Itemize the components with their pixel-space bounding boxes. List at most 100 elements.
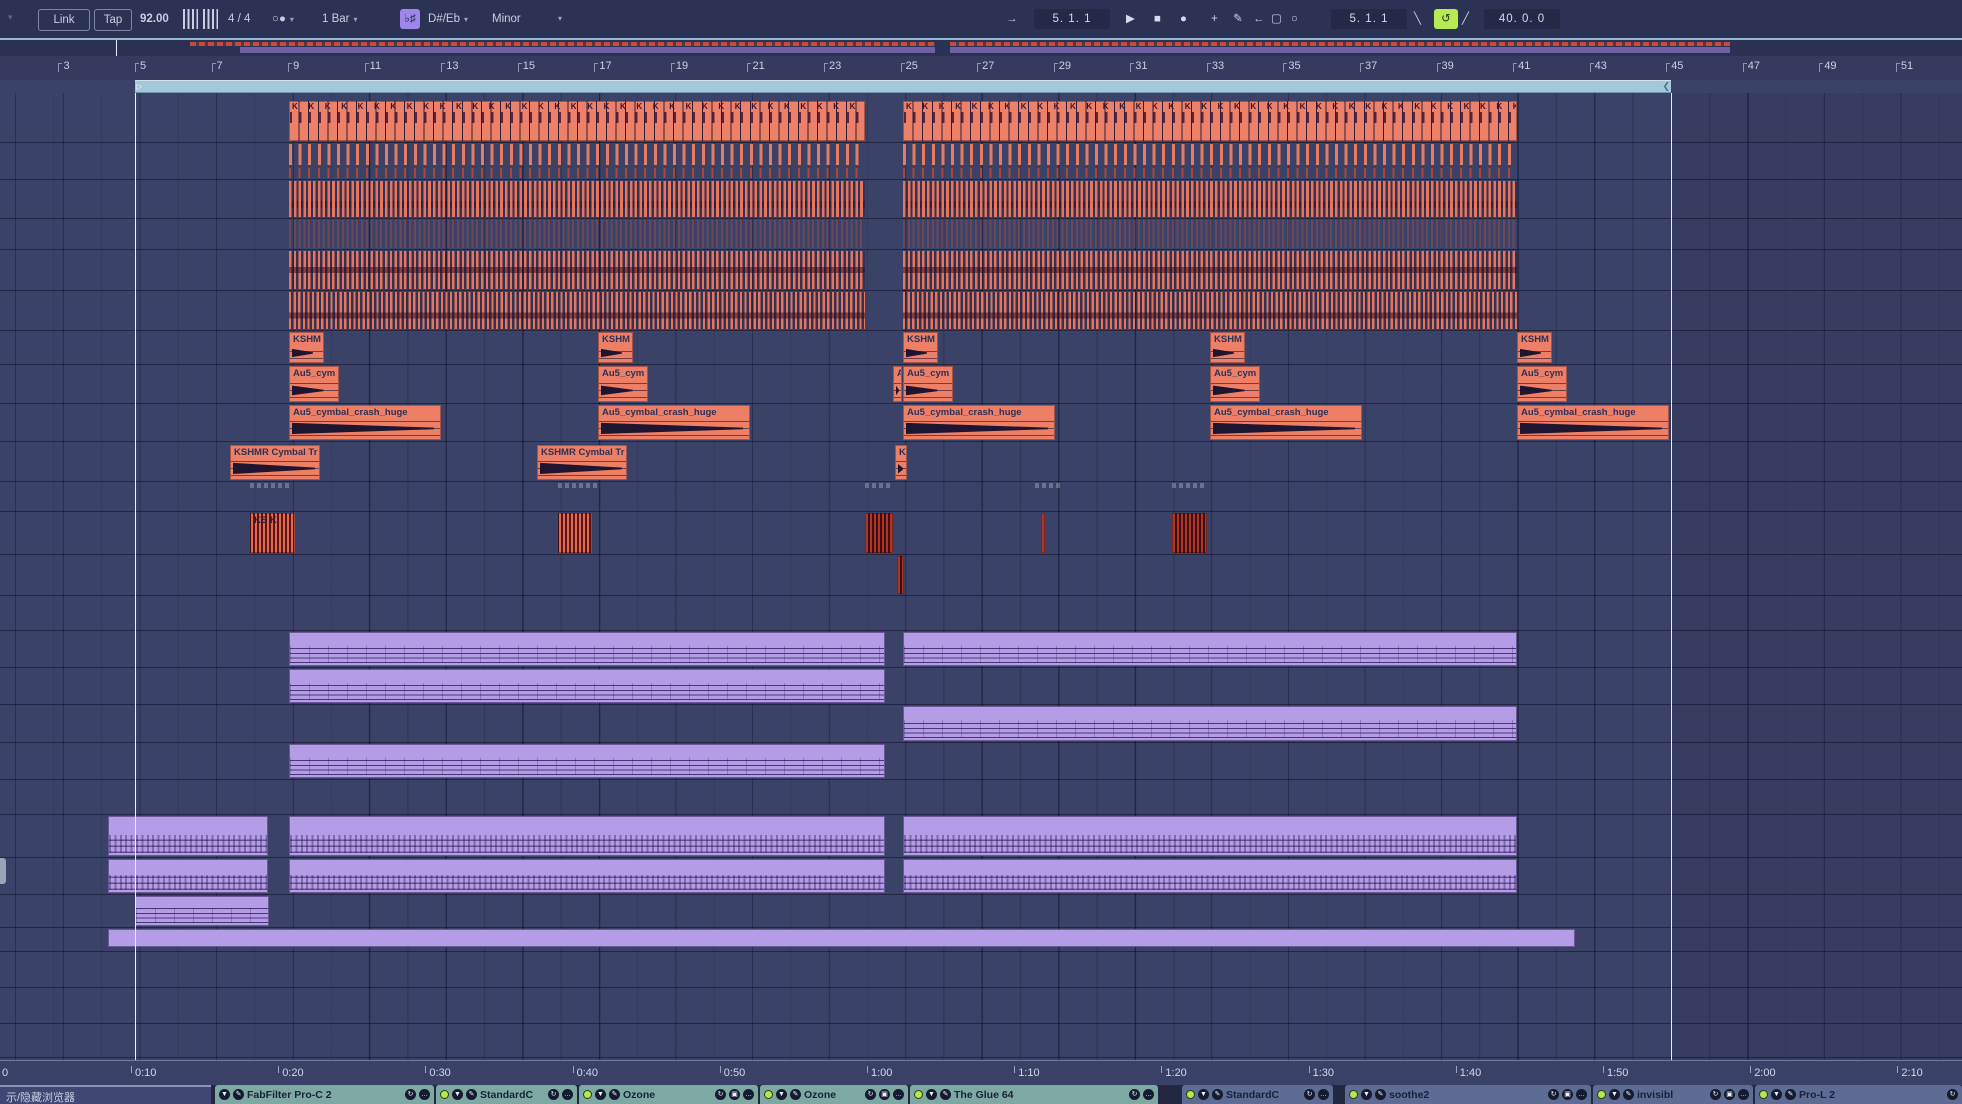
clip-kick[interactable]: K K K K K K K K K K K K K K K K K K K K …	[289, 101, 865, 141]
device-fold-icon[interactable]: ▼	[1198, 1089, 1209, 1100]
track-lane-kick[interactable]: K K K K K K K K K K K K K K K K K K K K …	[0, 100, 1962, 143]
device-more-icon[interactable]: …	[1576, 1089, 1587, 1100]
device-title[interactable]: The Glue 64	[954, 1089, 1126, 1101]
clip-au5-cym[interactable]: Au5_cym	[598, 366, 648, 402]
clip-au5-cym[interactable]: Au5_cym	[289, 366, 339, 402]
device-soothe2[interactable]: ▼✎soothe2↻▣…	[1345, 1085, 1591, 1104]
device-edit-icon[interactable]: ✎	[233, 1089, 244, 1100]
device-save-icon[interactable]: ▣	[729, 1089, 740, 1100]
track-lane-cymtr[interactable]: KSHMR Cymbal TrKSHMR Cymbal TrK	[0, 444, 1962, 482]
clip-au5-cymbal-crash-huge[interactable]: Au5_cymbal_crash_huge	[289, 405, 441, 440]
device-edit-icon[interactable]: ✎	[940, 1089, 951, 1100]
collapse-caret-icon[interactable]: ▾	[8, 12, 13, 23]
track-lane-perc-dim[interactable]	[0, 219, 1962, 250]
device-edit-icon[interactable]: ✎	[790, 1089, 801, 1100]
device-on-led[interactable]	[1759, 1090, 1768, 1099]
metronome-toggle[interactable]: ○●▾	[272, 9, 294, 29]
device-title[interactable]: FabFilter Pro-C 2	[247, 1089, 402, 1101]
clip-midi-bar[interactable]	[108, 929, 1575, 947]
clip-au5-cymbal-crash-huge[interactable]: Au5_cymbal_crash_huge	[903, 405, 1055, 440]
clip-midi-2[interactable]	[289, 669, 885, 703]
device-save-icon[interactable]: ▣	[1724, 1089, 1735, 1100]
clip-au5-cymbal-crash-huge[interactable]: Au5_cymbal_crash_huge	[1210, 405, 1362, 440]
beat-time-ruler[interactable]: 3579111315171921232527293133353739414345…	[0, 56, 1962, 80]
record-button[interactable]: ●	[1180, 9, 1187, 29]
phase-nudge-up-icon[interactable]	[203, 9, 218, 29]
device-fold-icon[interactable]: ▼	[1771, 1089, 1782, 1100]
track-lane-perc-med[interactable]	[0, 250, 1962, 291]
clip-ghost[interactable]	[865, 483, 891, 488]
clip-kshm[interactable]: KSHM	[1210, 332, 1245, 363]
device-more-icon[interactable]: …	[562, 1089, 573, 1100]
device-sync-icon[interactable]: ↻	[548, 1089, 559, 1100]
device-on-led[interactable]	[440, 1090, 449, 1099]
clip-ghost[interactable]	[1172, 483, 1206, 488]
capture-midi-button[interactable]: ○	[1291, 9, 1298, 29]
track-lane-ghost[interactable]	[0, 482, 1962, 512]
clip-midi-1[interactable]	[289, 632, 885, 666]
clip-midi-4[interactable]	[289, 744, 885, 778]
track-lane-midi-2[interactable]	[0, 668, 1962, 705]
track-lane-midi-7[interactable]	[0, 895, 1962, 928]
clip-perc-dense[interactable]	[289, 181, 865, 217]
clip-perc-med[interactable]	[903, 251, 1517, 289]
device-fabfilter-pro-c-2[interactable]: ▼✎FabFilter Pro-C 2↻…	[215, 1085, 434, 1104]
device-on-led[interactable]	[914, 1090, 923, 1099]
device-sync-icon[interactable]: ↻	[1304, 1089, 1315, 1100]
clip-midi-5[interactable]	[108, 816, 268, 856]
device-on-led[interactable]	[1597, 1090, 1606, 1099]
scale-menu[interactable]: Minor▾	[492, 9, 562, 29]
track-lane-empty-2[interactable]	[0, 780, 1962, 815]
key-root-menu[interactable]: D#/Eb▾	[428, 9, 468, 29]
arrangement-position-field[interactable]: 5. 1. 1	[1034, 9, 1110, 29]
device-save-icon[interactable]: ▣	[1562, 1089, 1573, 1100]
clip-kshm[interactable]: KSHM	[1517, 332, 1552, 363]
track-lane-empty-4[interactable]	[0, 988, 1962, 1024]
clip-perc-med[interactable]	[289, 251, 865, 289]
device-more-icon[interactable]: …	[1143, 1089, 1154, 1100]
clip-midi-7[interactable]	[135, 896, 269, 926]
device-fold-icon[interactable]: ▼	[926, 1089, 937, 1100]
track-lane-crash[interactable]: Au5_cymbal_crash_huge Au5_cymbal_crash_hu…	[0, 404, 1962, 442]
time-ruler[interactable]: 00:100:200:300:400:501:001:101:201:301:4…	[0, 1060, 1962, 1085]
clip-kick[interactable]: K K K K K K K K K K K K K K K K K K K K …	[903, 101, 1517, 141]
clip-midi-5[interactable]	[289, 816, 885, 856]
device-pro-l-2[interactable]: ▼✎Pro-L 2↻	[1755, 1085, 1962, 1104]
device-more-icon[interactable]: …	[419, 1089, 430, 1100]
clip-au5-cym[interactable]: Au5_cym	[1517, 366, 1567, 402]
scroll-tab[interactable]	[0, 858, 6, 884]
device-edit-icon[interactable]: ✎	[1375, 1089, 1386, 1100]
device-edit-icon[interactable]: ✎	[1212, 1089, 1223, 1100]
arrangement-overview[interactable]	[0, 40, 1962, 56]
device-standardc[interactable]: ▼✎StandardC↻…	[436, 1085, 577, 1104]
loop-brace[interactable]: ▷ ❮	[135, 80, 1671, 93]
phase-nudge-down-icon[interactable]	[183, 9, 198, 29]
clip-au5-cym[interactable]: Au5_cym	[1210, 366, 1260, 402]
clip-ks[interactable]	[1172, 513, 1207, 553]
device-sync-icon[interactable]: ↻	[405, 1089, 416, 1100]
clip-ks[interactable]	[1041, 513, 1045, 553]
clip-kshm[interactable]: KSHM	[289, 332, 324, 363]
clip-ghost[interactable]	[558, 483, 600, 488]
clip-perc-dense[interactable]	[903, 181, 1517, 217]
clip-perc-dim[interactable]	[289, 220, 865, 248]
device-on-led[interactable]	[583, 1090, 592, 1099]
track-lane-sliver[interactable]	[0, 555, 1962, 596]
re-enable-automation-button[interactable]: ←	[1253, 9, 1265, 29]
device-sync-icon[interactable]: ↻	[865, 1089, 876, 1100]
track-lane-au5-cym[interactable]: Au5_cymAu5_cymAAu5_cymAu5_cymAu5_cym	[0, 365, 1962, 404]
clip-kshm[interactable]: KSHM	[598, 332, 633, 363]
clip-ks[interactable]	[558, 513, 592, 553]
clip-midi-3[interactable]	[903, 706, 1517, 741]
clip-perc-med2[interactable]	[289, 292, 865, 329]
device-title[interactable]: Ozone	[623, 1089, 712, 1101]
track-lane-midi-4[interactable]	[0, 743, 1962, 780]
device-fold-icon[interactable]: ▼	[1361, 1089, 1372, 1100]
device-ozone[interactable]: ▼✎Ozone↻▣…	[760, 1085, 908, 1104]
clip-perc-med2[interactable]	[903, 292, 1517, 329]
time-signature-field[interactable]: 4 / 4	[228, 9, 250, 29]
device-title[interactable]: invisibl	[1637, 1089, 1707, 1101]
track-lane-perc-dense[interactable]	[0, 180, 1962, 219]
clip-kshmr-cymbal-tr[interactable]: KSHMR Cymbal Tr	[230, 445, 320, 480]
track-lane-perc-sparse[interactable]	[0, 143, 1962, 180]
